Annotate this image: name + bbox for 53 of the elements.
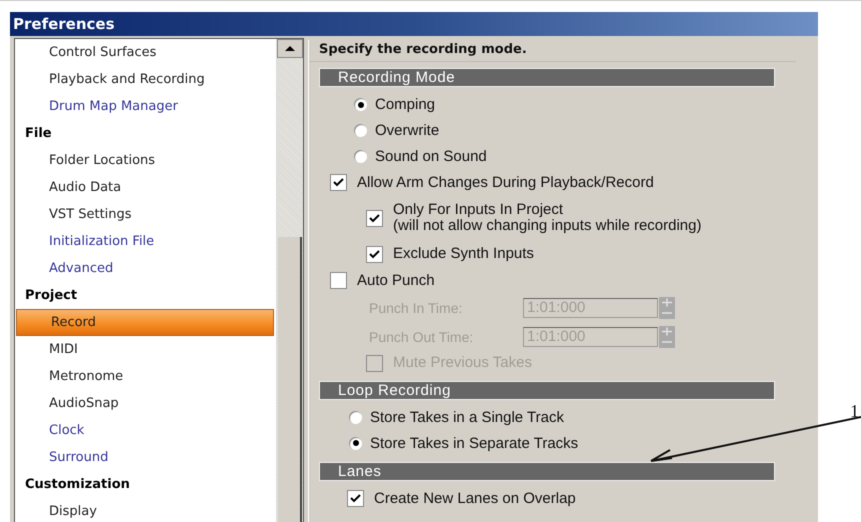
- radio-label: Comping: [375, 96, 436, 113]
- checkbox-label: Only For Inputs In Project: [393, 202, 564, 218]
- checkbox-label: Create New Lanes on Overlap: [374, 490, 576, 506]
- category-heading: Project: [24, 287, 78, 305]
- sidebar-item[interactable]: Audio Data: [49, 180, 122, 195]
- sidebar-item[interactable]: Drum Map Manager: [49, 99, 178, 114]
- radio-label: Overwrite: [375, 122, 440, 138]
- sidebar-item[interactable]: Advanced: [49, 261, 114, 276]
- sidebar-item[interactable]: Surround: [49, 450, 108, 465]
- callout-number: 1: [850, 401, 859, 422]
- sidebar-item[interactable]: Display: [49, 504, 97, 519]
- section-header: Loop Recording: [319, 381, 775, 400]
- category-heading: File: [24, 125, 53, 143]
- up-arrow-icon: [284, 45, 296, 52]
- checkmark-icon: [369, 250, 380, 258]
- checkmark-icon: [350, 494, 361, 502]
- checkbox-label: Exclude Synth Inputs: [393, 246, 534, 262]
- sidebar-item[interactable]: Record: [51, 315, 96, 330]
- sidebar-item[interactable]: Folder Locations: [49, 153, 156, 168]
- checkbox[interactable]: [366, 210, 383, 226]
- scrollbar-thumb[interactable]: [278, 237, 302, 522]
- radio-button[interactable]: [354, 98, 367, 111]
- checkbox-label: Auto Punch: [357, 272, 435, 288]
- sidebar-item[interactable]: VST Settings: [49, 207, 132, 222]
- sidebar-item[interactable]: Playback and Recording: [49, 72, 205, 87]
- radio-button[interactable]: [349, 436, 362, 450]
- radio-label: Sound on Sound: [375, 148, 487, 164]
- sidebar-item[interactable]: MIDI: [49, 342, 78, 357]
- sidebar-item[interactable]: Control Surfaces: [49, 45, 156, 60]
- checkmark-icon: [333, 178, 344, 186]
- radio-button[interactable]: [349, 410, 362, 424]
- panel-description: Specify the recording mode.: [309, 40, 796, 62]
- scrollbar[interactable]: [276, 39, 303, 522]
- scroll-up-button[interactable]: [277, 39, 303, 58]
- radio-label: Store Takes in a Single Track: [370, 408, 564, 426]
- category-heading: Customization: [24, 476, 131, 494]
- sidebar-item[interactable]: Clock: [49, 423, 84, 438]
- checkbox-label: Allow Arm Changes During Playback/Record: [357, 174, 654, 190]
- window-title: Preferences: [13, 15, 115, 33]
- checkmark-icon: [369, 214, 380, 222]
- checkbox[interactable]: [330, 174, 347, 190]
- checkbox[interactable]: [330, 272, 347, 288]
- section-header: Lanes: [319, 462, 775, 481]
- section-header: Recording Mode: [319, 68, 775, 87]
- radio-button[interactable]: [354, 124, 367, 136]
- radio-label: Store Takes in Separate Tracks: [370, 434, 578, 452]
- checkbox[interactable]: [366, 246, 383, 262]
- radio-button[interactable]: [354, 150, 367, 162]
- sidebar-item[interactable]: Metronome: [49, 369, 124, 384]
- sidebar-item[interactable]: AudioSnap: [49, 396, 119, 411]
- checkbox-note: (will not allow changing inputs while recording): [393, 218, 702, 234]
- sidebar-item[interactable]: Initialization File: [49, 234, 154, 249]
- checkbox[interactable]: [347, 490, 364, 506]
